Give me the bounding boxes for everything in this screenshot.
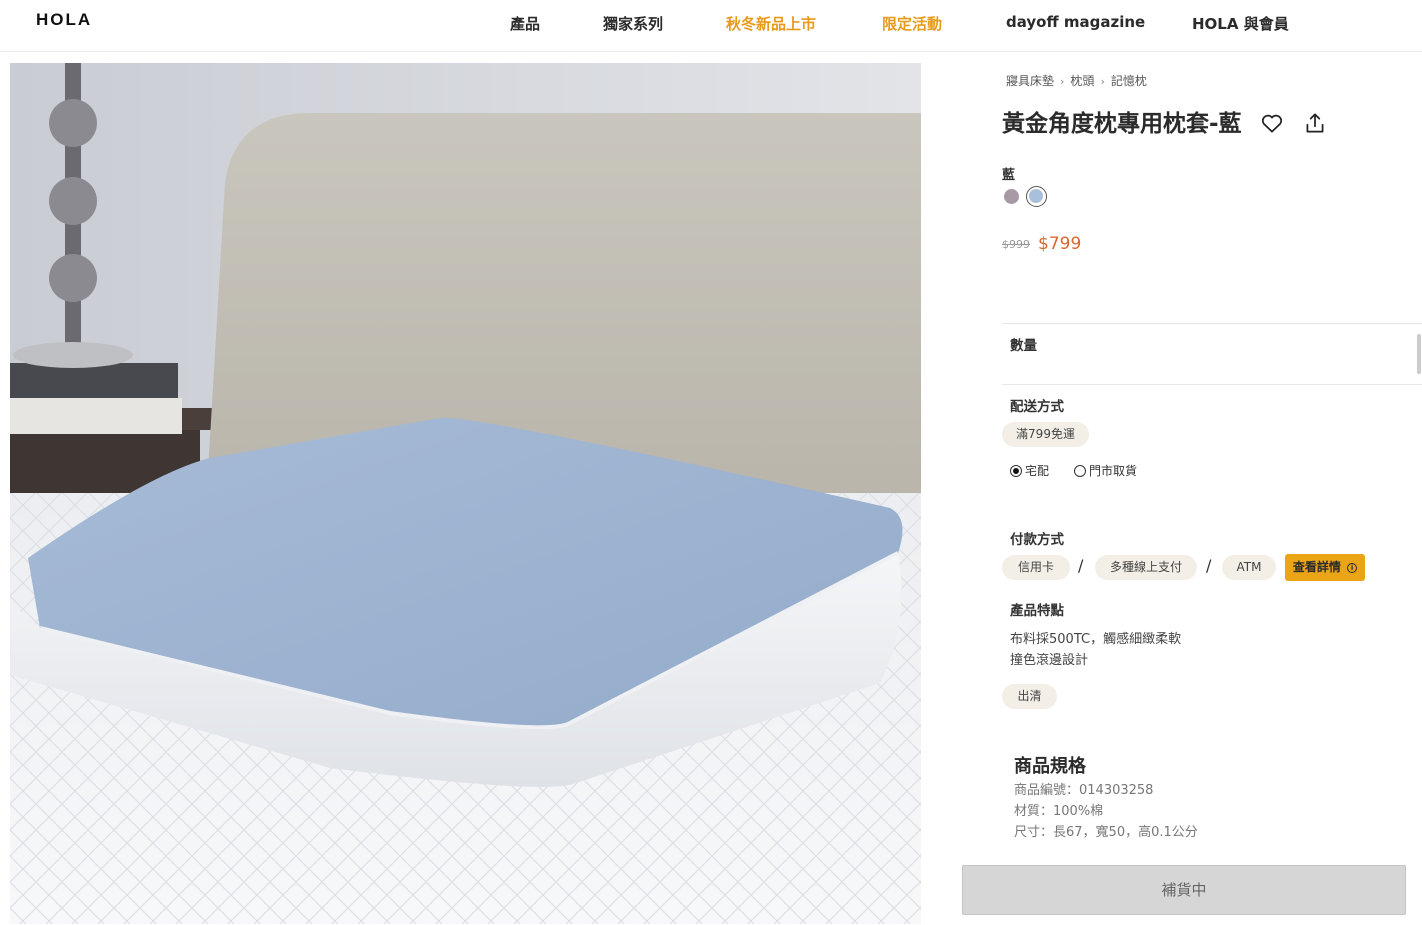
clearance-tag: 出清 xyxy=(1002,684,1057,709)
chevron-right-icon: › xyxy=(1100,75,1105,88)
chevron-right-icon: › xyxy=(1060,75,1065,88)
restock-button[interactable]: 補貨中 xyxy=(962,865,1406,915)
pillow-photo xyxy=(10,63,921,924)
divider xyxy=(1002,323,1422,324)
breadcrumb-item-memory-pillow[interactable]: 記憶枕 xyxy=(1111,72,1147,89)
nav-item-products[interactable]: 產品 xyxy=(510,13,540,34)
shipping-option-home-delivery[interactable]: 宅配 xyxy=(1010,462,1049,479)
divider xyxy=(1002,384,1422,385)
heart-icon[interactable] xyxy=(1259,110,1285,136)
payment-separator: / xyxy=(1078,556,1084,575)
features-label: 產品特點 xyxy=(1010,603,1064,619)
shipping-option-label: 宅配 xyxy=(1025,464,1050,478)
nav-item-limited-events[interactable]: 限定活動 xyxy=(882,13,942,34)
payment-separator: / xyxy=(1206,556,1212,575)
payment-method-online: 多種線上支付 xyxy=(1095,555,1197,580)
nav-item-autumn-winter-new[interactable]: 秋冬新品上市 xyxy=(726,13,816,34)
shipping-label: 配送方式 xyxy=(1010,399,1064,415)
panel-scrollbar[interactable] xyxy=(1417,334,1421,374)
product-info-panel: 寢具床墊 › 枕頭 › 記憶枕 黃金角度枕專用枕套-藍 藍 $999 $799 數量 配… xyxy=(1002,60,1422,850)
share-icon[interactable] xyxy=(1302,110,1328,136)
view-details-label: 查看詳情 xyxy=(1292,560,1341,574)
spec-title: 商品規格 xyxy=(1014,756,1086,777)
product-title: 黃金角度枕專用枕套-藍 xyxy=(1002,111,1242,137)
spec-line-material: 材質：100%棉 xyxy=(1014,804,1104,819)
shipping-option-store-pickup[interactable]: 門市取貨 xyxy=(1074,462,1137,479)
feature-line: 撞色滾邊設計 xyxy=(1010,653,1089,668)
breadcrumb-item-bedding[interactable]: 寢具床墊 xyxy=(1006,72,1054,89)
view-details-button[interactable]: 查看詳情 i xyxy=(1285,554,1365,581)
color-swatch-mauve[interactable] xyxy=(1004,189,1019,204)
sale-price: $799 xyxy=(1038,234,1082,254)
original-price: $999 xyxy=(1002,238,1030,251)
color-swatch-blue[interactable] xyxy=(1026,186,1047,207)
selected-color-label: 藍 xyxy=(1002,168,1016,183)
nav-item-dayoff-magazine[interactable]: dayoff magazine xyxy=(1006,13,1145,31)
radio-unselected-icon xyxy=(1074,465,1086,477)
radio-selected-icon xyxy=(1010,465,1022,477)
payment-method-credit-card: 信用卡 xyxy=(1002,555,1070,580)
nav-item-exclusive-series[interactable]: 獨家系列 xyxy=(603,13,663,34)
nav-item-membership[interactable]: HOLA 與會員 xyxy=(1192,13,1289,34)
feature-line: 布料採500TC，觸感細緻柔軟 xyxy=(1010,632,1182,647)
spec-line-size: 尺寸：長67，寬50，高0.1公分 xyxy=(1014,825,1198,840)
breadcrumb: 寢具床墊 › 枕頭 › 記憶枕 xyxy=(1006,72,1147,89)
breadcrumb-item-pillows[interactable]: 枕頭 xyxy=(1070,72,1094,89)
product-image[interactable] xyxy=(10,63,921,924)
spec-line-item-number: 商品編號：014303258 xyxy=(1014,783,1154,798)
info-icon: i xyxy=(1347,563,1358,573)
shipping-option-label: 門市取貨 xyxy=(1089,464,1138,478)
main-nav: 產品 獨家系列 秋冬新品上市 限定活動 dayoff magazine HOLA… xyxy=(0,13,1422,35)
payment-method-atm: ATM xyxy=(1222,555,1276,580)
free-shipping-badge: 滿799免運 xyxy=(1002,422,1089,447)
site-header: HOLA 產品 獨家系列 秋冬新品上市 限定活動 dayoff magazine… xyxy=(0,0,1422,52)
quantity-label: 數量 xyxy=(1010,338,1037,354)
payment-label: 付款方式 xyxy=(1010,532,1064,548)
